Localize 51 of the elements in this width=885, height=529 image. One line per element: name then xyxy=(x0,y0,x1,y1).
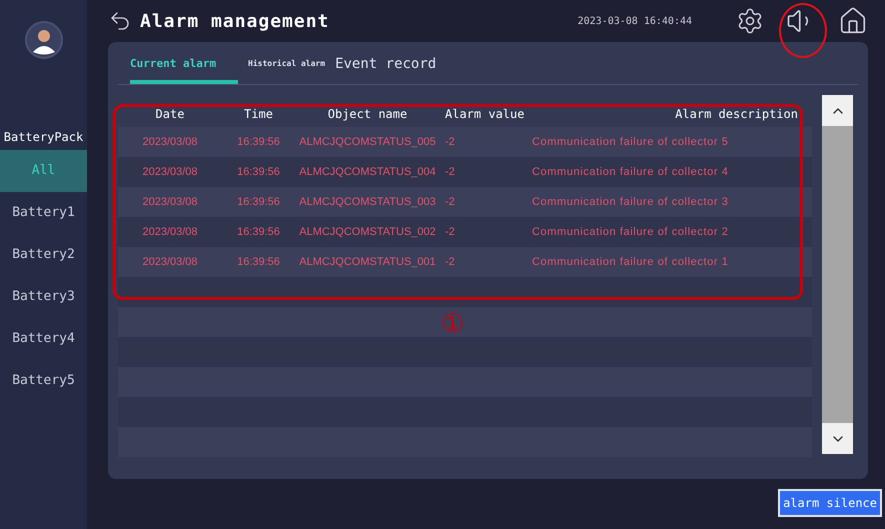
settings-icon[interactable] xyxy=(736,7,764,35)
avatar xyxy=(24,21,62,59)
table-cell-text: 2023/03/08 xyxy=(141,136,199,148)
table-cell-text: ALMCJQCOMSTATUS_001 xyxy=(298,256,437,268)
tab[interactable]: Current alarm xyxy=(130,57,238,84)
table-cell-text: -2 xyxy=(444,196,456,208)
table-cell-text: 16:39:56 xyxy=(236,166,281,178)
sidebar-item[interactable]: Battery5 xyxy=(0,360,87,402)
table-cell-text: -2 xyxy=(444,226,456,238)
table-row[interactable]: 2023/03/08 16:39:56 ALMCJQCOMSTATUS_004 -2 Communication failure of collector 4 xyxy=(118,157,812,187)
table-cell-text: Communication failure of collector 3 xyxy=(531,196,730,208)
tab[interactable]: Event record xyxy=(335,56,436,84)
table-cell-text: 2023/03/08 xyxy=(141,256,199,268)
table-cell-text: 2023/03/08 xyxy=(141,196,199,208)
table-row[interactable]: 2023/03/08 16:39:56 ALMCJQCOMSTATUS_002 -2 Communication failure of collector 2 xyxy=(118,217,812,247)
sidebar-heading: BatteryPack xyxy=(2,129,84,146)
table-cell-text: 16:39:56 xyxy=(236,136,281,148)
table-cell-text: ALMCJQCOMSTATUS_003 xyxy=(298,196,437,208)
sidebar-item[interactable]: Battery3 xyxy=(0,276,87,318)
table-cell-text: ALMCJQCOMSTATUS_004 xyxy=(298,166,437,178)
table-cell-text: Communication failure of collector 2 xyxy=(531,226,730,238)
table-cell-text: -2 xyxy=(444,136,456,148)
column-header: Alarm description xyxy=(674,107,799,121)
table-cell-text: 16:39:56 xyxy=(236,196,281,208)
table-cell-text: ALMCJQCOMSTATUS_005 xyxy=(298,136,437,148)
table-cell-text: Communication failure of collector 1 xyxy=(531,256,730,268)
column-header: Alarm value xyxy=(444,107,526,121)
column-header: Date xyxy=(154,107,186,121)
table-cell-text: 2023/03/08 xyxy=(141,166,199,178)
alarm-silence-button[interactable]: alarm silence xyxy=(778,489,882,517)
sidebar-item[interactable]: Battery1 xyxy=(0,192,87,234)
table-cell-text: -2 xyxy=(444,166,456,178)
table-cell-text: 2023/03/08 xyxy=(141,226,199,238)
sidebar-item[interactable]: All xyxy=(0,150,87,192)
page-title: Alarm management xyxy=(140,10,330,32)
table-cell-text: 16:39:56 xyxy=(236,226,281,238)
table-cell-text: 16:39:56 xyxy=(236,256,281,268)
sidebar-item[interactable]: Battery2 xyxy=(0,234,87,276)
highlight-ring xyxy=(779,3,827,58)
tab[interactable]: Historical alarm xyxy=(248,59,326,84)
datetime: 2023-03-08 16:40:44 xyxy=(578,16,692,26)
column-header: Object name xyxy=(326,107,408,121)
table-cell-text: Communication failure of collector 4 xyxy=(531,166,730,178)
table-cell-text: -2 xyxy=(444,256,456,268)
table-cell-text: Communication failure of collector 5 xyxy=(531,136,730,148)
sidebar-item[interactable]: Battery4 xyxy=(0,318,87,360)
scrollbar[interactable] xyxy=(822,95,853,454)
home-icon[interactable] xyxy=(838,6,868,36)
column-header: Time xyxy=(243,107,274,121)
table-cell-text: ALMCJQCOMSTATUS_002 xyxy=(298,226,437,238)
callout-number: ① xyxy=(441,309,464,339)
